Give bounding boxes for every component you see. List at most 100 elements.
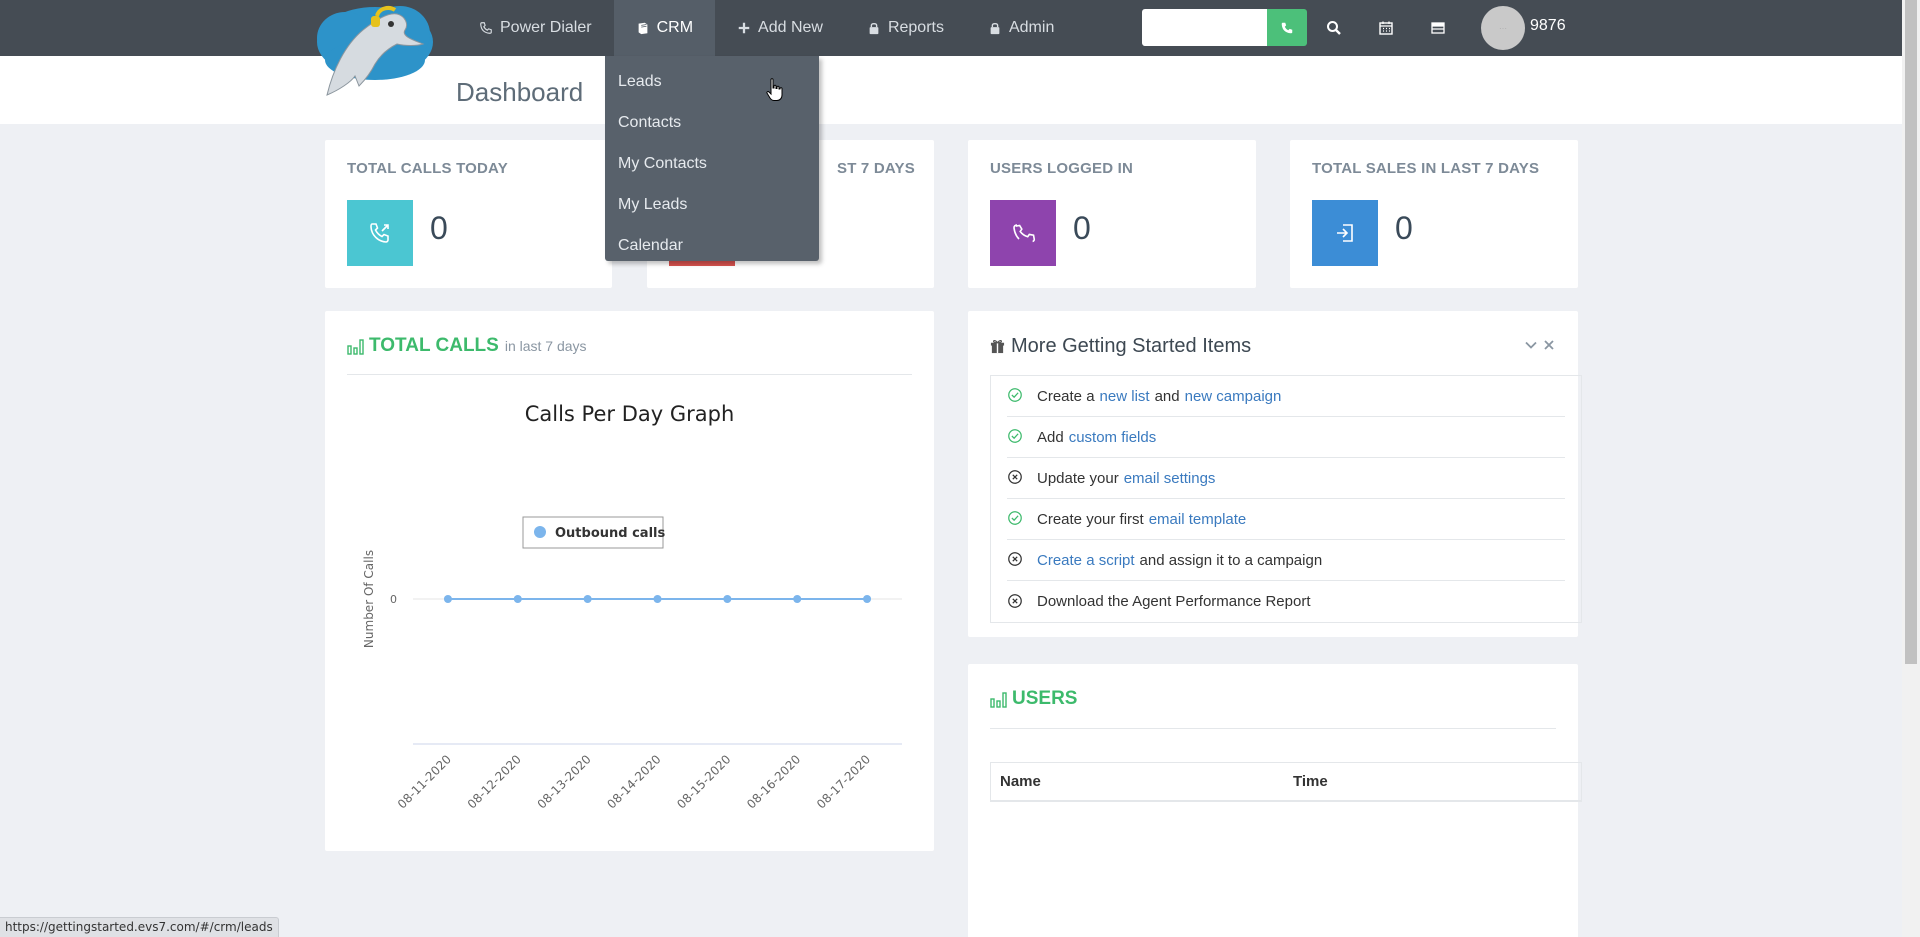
bar-chart-icon <box>990 691 1007 708</box>
legend-marker <box>534 526 546 538</box>
call-button[interactable] <box>1267 9 1307 46</box>
stat-card-users-logged-in: USERS LOGGED IN 0 <box>968 140 1256 288</box>
getting-started-text: and assign it to a campaign <box>1139 551 1323 569</box>
stat-value: 0 <box>1395 210 1413 246</box>
chart-title: Calls Per Day Graph <box>524 402 735 426</box>
data-point <box>513 595 522 603</box>
book-icon <box>636 21 650 35</box>
getting-started-text: Download the Agent Performance Report <box>1037 593 1311 610</box>
close-icon <box>1544 340 1554 350</box>
sign-in-icon <box>1312 200 1378 266</box>
getting-started-item: Create a new list and new campaign <box>1007 376 1565 417</box>
crm-dropdown-menu: Leads Contacts My Contacts My Leads Cale… <box>605 56 819 261</box>
chevron-down-icon <box>1525 341 1537 349</box>
total-calls-title: TOTAL CALLS <box>369 335 499 356</box>
users-table-header: Name Time <box>990 762 1582 802</box>
data-point <box>793 595 802 603</box>
nav-reports-label: Reports <box>887 19 944 36</box>
getting-started-text: Update your <box>1037 469 1119 487</box>
x-tick-label: 08-17-2020 <box>814 752 873 811</box>
crm-menu-calendar[interactable]: Calendar <box>605 225 819 266</box>
x-circle-icon <box>1007 469 1025 487</box>
getting-started-title: More Getting Started Items <box>1011 335 1252 357</box>
page-title: Dashboard <box>456 77 584 107</box>
getting-started-item: Download the Agent Performance Report <box>1007 581 1565 622</box>
lock-icon <box>988 21 1002 35</box>
getting-started-link[interactable]: new list <box>1100 388 1150 405</box>
collapse-button[interactable] <box>1524 338 1538 352</box>
page-scrollbar-thumb[interactable] <box>1905 0 1917 664</box>
getting-started-panel: More Getting Started Items Create a new l… <box>968 311 1582 637</box>
divider <box>347 374 912 375</box>
column-header-time[interactable]: Time <box>1293 773 1328 790</box>
total-calls-heading: TOTAL CALLS in last 7 days <box>347 335 587 357</box>
user-extension[interactable]: 9876 <box>1530 17 1566 35</box>
messages-button[interactable] <box>1424 14 1452 42</box>
list-icon <box>1431 22 1445 34</box>
search-button[interactable] <box>1320 14 1348 42</box>
check-circle-icon <box>1007 428 1025 446</box>
total-calls-subtitle: in last 7 days <box>504 338 587 354</box>
getting-started-link[interactable]: email template <box>1149 511 1247 528</box>
users-title: USERS <box>1012 688 1078 709</box>
calendar-icon <box>1379 21 1393 35</box>
getting-started-item: Create your first email template <box>1007 499 1565 540</box>
getting-started-link[interactable]: Create a script <box>1037 552 1135 569</box>
crm-menu-my-contacts[interactable]: My Contacts <box>605 143 819 184</box>
nav-add-new[interactable]: Add New <box>715 0 845 56</box>
calendar-button[interactable] <box>1372 14 1400 42</box>
getting-started-list: Create a new list and new campaign Add custom… <box>990 375 1582 623</box>
nav-power-dialer-label: Power Dialer <box>500 19 592 36</box>
x-tick-label: 08-11-2020 <box>395 752 454 811</box>
bar-chart-icon <box>347 338 364 355</box>
avatar[interactable]: ··· <box>1481 6 1525 50</box>
dolphin-logo[interactable] <box>305 0 440 100</box>
getting-started-text: Create your first <box>1037 510 1144 528</box>
phone-icon <box>990 200 1056 266</box>
nav-crm[interactable]: CRM <box>613 0 716 56</box>
data-point <box>863 595 872 603</box>
hand-cursor-icon <box>766 78 783 101</box>
crm-menu-leads[interactable]: Leads <box>605 61 819 102</box>
x-tick-label: 08-15-2020 <box>674 752 733 811</box>
browser-status-url: https://gettingstarted.evs7.com/#/crm/le… <box>0 917 279 937</box>
calls-per-day-chart: Number Of Calls 0 Outbound calls 08-11-2020… <box>362 516 902 811</box>
getting-started-text: and <box>1154 387 1180 405</box>
nav-reports[interactable]: Reports <box>845 0 966 56</box>
check-circle-icon <box>1007 387 1025 405</box>
getting-started-link[interactable]: new campaign <box>1185 388 1282 405</box>
getting-started-link[interactable]: email settings <box>1124 470 1216 487</box>
x-tick-label: 08-12-2020 <box>465 752 524 811</box>
data-point <box>443 595 452 603</box>
getting-started-item: Add custom fields <box>1007 417 1565 458</box>
getting-started-link[interactable]: custom fields <box>1069 429 1157 446</box>
y-tick-label: 0 <box>390 593 397 606</box>
data-point <box>583 595 592 603</box>
getting-started-item: Update your email settings <box>1007 458 1565 499</box>
page-header-bar <box>0 56 1902 124</box>
phone-icon <box>479 21 493 35</box>
close-button[interactable] <box>1542 338 1556 352</box>
stat-value: 0 <box>1073 210 1091 246</box>
getting-started-heading: More Getting Started Items <box>990 335 1251 358</box>
phone-icon <box>1281 22 1293 33</box>
x-tick-label: 08-13-2020 <box>535 752 594 811</box>
quick-dial-input[interactable] <box>1142 9 1267 46</box>
nav-power-dialer[interactable]: Power Dialer <box>457 0 614 56</box>
nav-crm-label: CRM <box>656 19 694 36</box>
stat-label: ST 7 DAYS <box>837 160 915 177</box>
crm-menu-my-leads[interactable]: My Leads <box>605 184 819 225</box>
stat-card-total-sales: TOTAL SALES IN LAST 7 DAYS 0 <box>1290 140 1578 288</box>
nav-admin[interactable]: Admin <box>966 0 1076 56</box>
getting-started-item: Create a script and assign it to a campai… <box>1007 540 1565 581</box>
gift-icon <box>990 339 1005 354</box>
plus-icon <box>737 21 751 35</box>
data-point <box>653 595 662 603</box>
divider <box>990 728 1556 729</box>
column-header-name[interactable]: Name <box>991 773 1293 790</box>
users-heading: USERS <box>990 688 1077 710</box>
x-tick-label: 08-16-2020 <box>744 752 803 811</box>
check-circle-icon <box>1007 510 1025 528</box>
stat-label: USERS LOGGED IN <box>990 160 1134 177</box>
crm-menu-contacts[interactable]: Contacts <box>605 102 819 143</box>
